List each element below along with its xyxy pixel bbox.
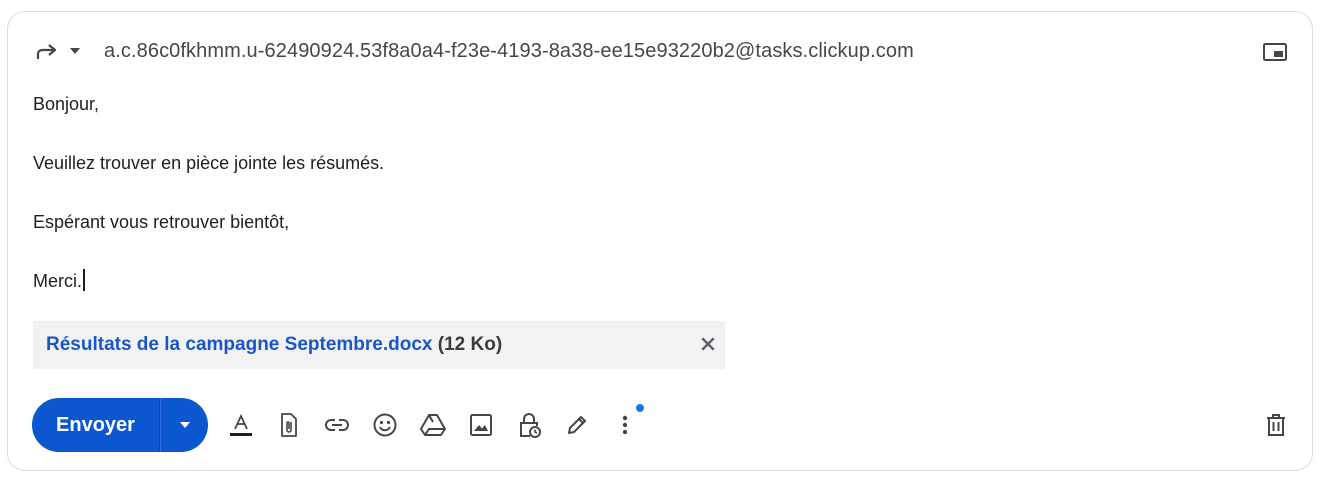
caret-down-icon (179, 422, 190, 428)
close-icon[interactable] (699, 335, 717, 353)
discard-draft-icon[interactable] (1262, 411, 1290, 439)
message-body[interactable]: Bonjour, Veuillez trouver en pièce joint… (33, 92, 1233, 293)
message-line: Espérant vous retrouver bientôt, (33, 212, 290, 232)
confidential-mode-icon[interactable] (515, 411, 543, 439)
attachment-size: (12 Ko) (437, 334, 503, 355)
send-button[interactable]: Envoyer (32, 414, 159, 437)
more-options-icon[interactable] (611, 411, 639, 439)
send-button-group: Envoyer (32, 398, 208, 452)
recipient-field[interactable]: a.c.86c0fkhmm.u-62490924.53f8a0a4-f23e-4… (104, 40, 914, 63)
message-line: Bonjour, (33, 94, 100, 114)
notification-dot (636, 404, 644, 412)
format-text-icon[interactable] (227, 411, 255, 439)
google-drive-icon[interactable] (419, 411, 447, 439)
attachment-chip[interactable]: Résultats de la campagne Septembre.docx … (33, 321, 725, 369)
insert-link-icon[interactable] (323, 411, 351, 439)
caret-down-icon[interactable] (68, 46, 82, 56)
insert-photo-icon[interactable] (467, 411, 495, 439)
message-line-last: Merci. (33, 269, 1233, 293)
insert-emoji-icon[interactable] (371, 411, 399, 439)
pop-out-icon[interactable] (1262, 41, 1288, 63)
compose-window: a.c.86c0fkhmm.u-62490924.53f8a0a4-f23e-4… (7, 11, 1313, 471)
compose-header: a.c.86c0fkhmm.u-62490924.53f8a0a4-f23e-4… (8, 12, 1312, 92)
attachment-name[interactable]: Résultats de la campagne Septembre.docx (46, 334, 432, 355)
message-line: Merci. (33, 271, 82, 291)
message-line: Veuillez trouver en pièce jointe les rés… (33, 153, 385, 173)
forward-icon[interactable] (34, 40, 60, 64)
attachment-link[interactable]: Résultats de la campagne Septembre.docx … (46, 334, 502, 356)
schedule-send-button[interactable] (161, 398, 208, 452)
text-cursor (83, 269, 85, 291)
compose-toolbar: Envoyer (8, 398, 1312, 454)
signature-icon[interactable] (563, 411, 591, 439)
attach-file-icon[interactable] (275, 411, 303, 439)
